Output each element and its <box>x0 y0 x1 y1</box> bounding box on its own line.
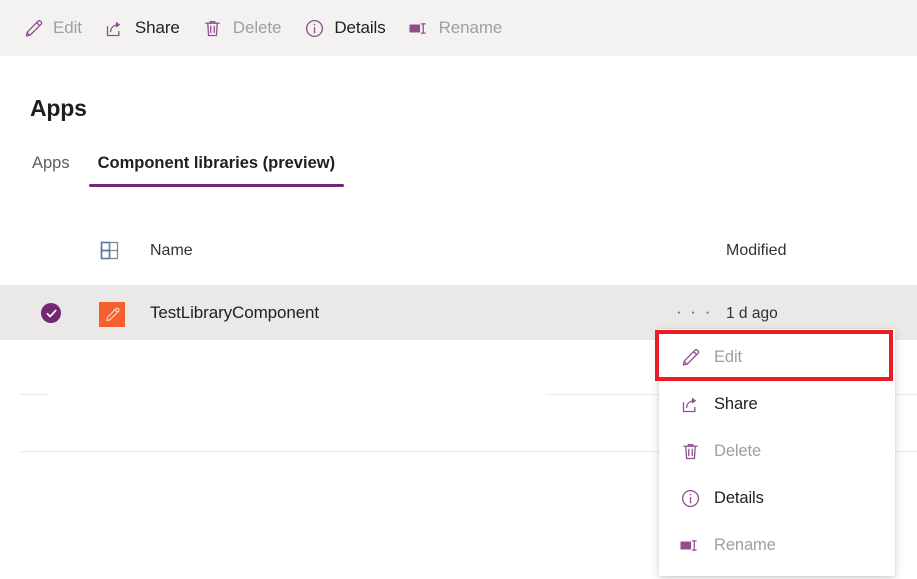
context-menu-item-edit[interactable]: Edit <box>659 334 895 381</box>
table-column-icon[interactable] <box>100 241 120 261</box>
context-menu-item-rename[interactable]: Rename <box>659 522 895 569</box>
context-menu-item-details[interactable]: Details <box>659 475 895 522</box>
command-share-button[interactable]: Share <box>104 8 180 48</box>
tab-component-libraries-label: Component libraries (preview) <box>97 154 336 172</box>
context-menu-item-delete-label: Delete <box>714 442 762 460</box>
trash-icon <box>202 17 224 39</box>
row-context-menu: Edit Share Delete Details Rename <box>659 329 895 576</box>
tab-component-libraries[interactable]: Component libraries (preview) <box>86 154 347 187</box>
context-menu-item-rename-label: Rename <box>714 536 776 554</box>
info-icon <box>303 17 325 39</box>
command-edit-label: Edit <box>53 18 82 37</box>
pencil-icon <box>22 17 44 39</box>
command-rename-button[interactable]: Rename <box>408 8 503 48</box>
rename-icon <box>679 535 701 557</box>
row-name-label: TestLibraryComponent <box>150 303 320 322</box>
tab-apps-label: Apps <box>32 154 70 172</box>
orange-pencil-app-icon <box>99 302 125 327</box>
command-delete-button[interactable]: Delete <box>202 8 282 48</box>
row-overflow-menu-button[interactable]: · · · <box>676 303 712 320</box>
share-icon <box>679 394 701 416</box>
context-menu-item-delete[interactable]: Delete <box>659 428 895 475</box>
context-menu-item-edit-label: Edit <box>714 348 743 366</box>
command-rename-label: Rename <box>438 18 503 37</box>
command-delete-label: Delete <box>232 18 282 37</box>
trash-icon <box>679 441 701 463</box>
command-details-label: Details <box>334 18 386 37</box>
column-header-modified[interactable]: Modified <box>726 242 786 260</box>
info-icon <box>679 488 701 510</box>
list-column-header-row: Name Modified <box>0 230 917 272</box>
pivot-tab-list: Apps Component libraries (preview) <box>30 154 347 187</box>
row-modified-label: 1 d ago <box>726 305 778 322</box>
column-header-name[interactable]: Name <box>150 242 193 260</box>
share-icon <box>104 17 126 39</box>
command-edit-button[interactable]: Edit <box>22 8 82 48</box>
command-share-label: Share <box>134 18 180 37</box>
page-title: Apps <box>30 95 87 121</box>
command-details-button[interactable]: Details <box>303 8 386 48</box>
context-menu-item-share[interactable]: Share <box>659 381 895 428</box>
tab-apps[interactable]: Apps <box>30 154 86 187</box>
rename-icon <box>408 17 430 39</box>
row-divider <box>20 394 48 395</box>
context-menu-item-details-label: Details <box>714 489 764 507</box>
row-selected-check-icon[interactable] <box>41 303 61 323</box>
context-menu-item-share-label: Share <box>714 395 758 413</box>
pencil-icon <box>679 347 701 369</box>
command-bar: Edit Share Delete Details Rename <box>0 0 917 56</box>
